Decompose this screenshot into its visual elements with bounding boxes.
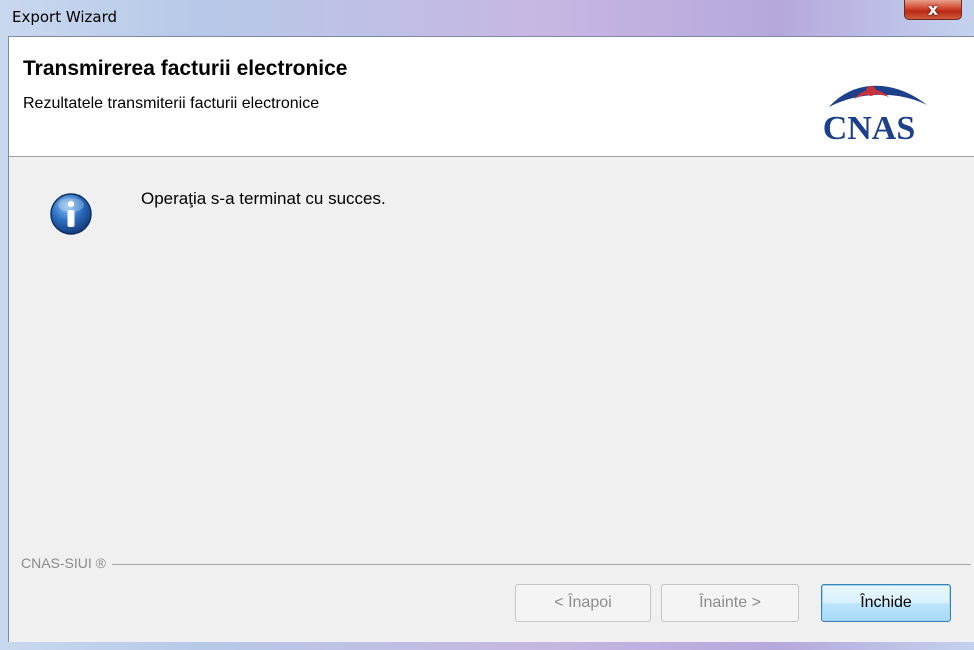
footer-divider — [21, 564, 971, 565]
window-title: Export Wizard — [12, 8, 118, 26]
result-message: Operaţia s-a terminat cu succes. — [141, 189, 386, 208]
page-title: Transmirerea facturii electronice — [23, 57, 348, 80]
logo-text: CNAS — [823, 110, 916, 143]
title-bar[interactable]: Export Wizard x — [0, 0, 974, 36]
info-icon — [50, 193, 92, 235]
window-frame: Export Wizard x Transmirerea facturii el… — [0, 0, 974, 650]
back-button[interactable]: < Înapoi — [515, 584, 651, 622]
page-subtitle: Rezultatele transmiterii facturii electr… — [23, 95, 320, 112]
wizard-client-area: Transmirerea facturii electronice Rezult… — [8, 36, 974, 642]
close-window-button[interactable]: x — [904, 0, 962, 20]
cnas-logo: CNAS — [823, 85, 927, 143]
wizard-header: Transmirerea facturii electronice Rezult… — [9, 37, 974, 157]
footer-brand-label: CNAS-SIUI ® — [21, 555, 112, 571]
finish-close-button[interactable]: Închide — [821, 584, 951, 622]
close-icon: x — [927, 0, 939, 19]
next-button[interactable]: Înainte > — [661, 584, 799, 622]
